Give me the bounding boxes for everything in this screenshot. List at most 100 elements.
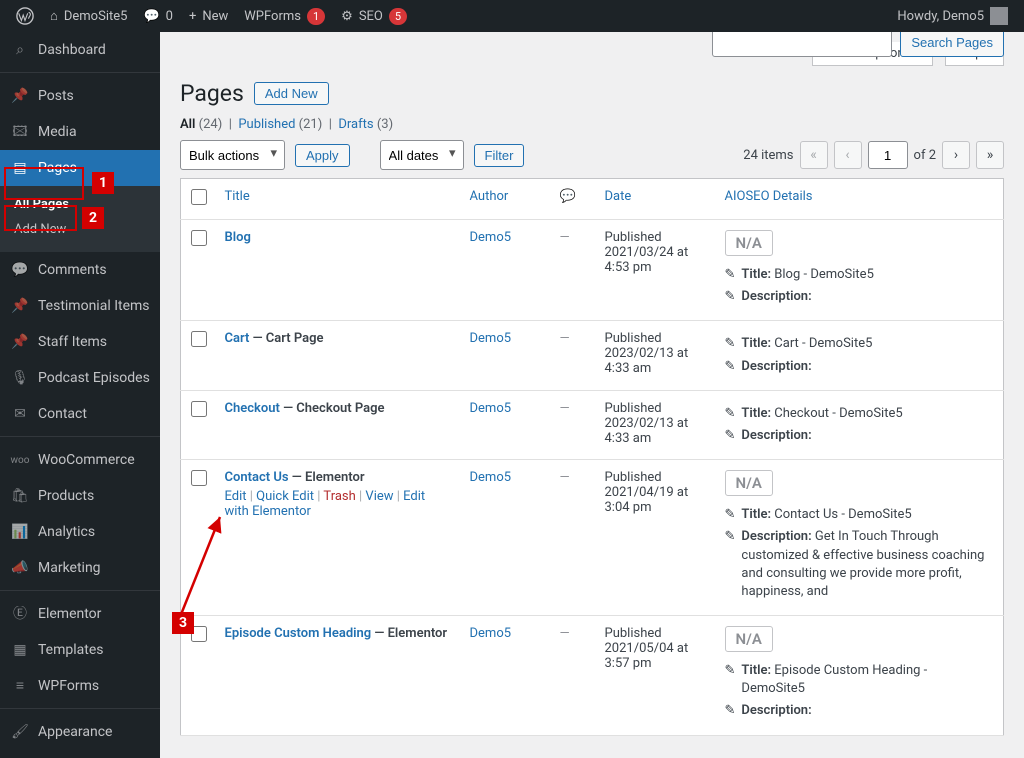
col-date[interactable]: Date [605,189,632,204]
admin-bar: ⌂DemoSite5 💬0 +New WPForms1 ⚙SEO5 Howdy,… [0,0,1024,32]
row-date-status: Published [605,331,662,346]
row-title-link[interactable]: Blog [225,230,251,245]
product-icon: 🛍 [10,486,30,506]
apply-button[interactable]: Apply [295,144,350,167]
action-edit[interactable]: Edit [225,489,247,504]
col-comments[interactable]: 💬 [550,179,595,220]
table-row: Cart — Cart PageDemo5—Published2023/02/1… [181,321,1004,390]
row-author[interactable]: Demo5 [470,331,512,346]
col-title[interactable]: Title [225,189,250,204]
row-checkbox[interactable] [191,230,207,246]
pager-first[interactable]: « [800,141,828,169]
menu-posts[interactable]: 📌Posts [0,78,160,114]
seo-title: Blog - DemoSite5 [774,267,874,282]
row-author[interactable]: Demo5 [470,230,512,245]
submenu-all-pages[interactable]: All Pages [0,192,160,217]
bar-new[interactable]: +New [181,0,236,32]
menu-wpforms[interactable]: ≡WPForms [0,668,160,704]
menu-elementor[interactable]: ⒺElementor [0,596,160,632]
menu-media[interactable]: 🖾Media [0,114,160,150]
menu-analytics[interactable]: 📊Analytics [0,514,160,550]
row-actions: Edit | Quick Edit | Trash | View | Edit … [225,489,450,519]
megaphone-icon: 📣 [10,558,30,578]
wp-logo[interactable] [8,0,42,32]
filter-all[interactable]: All (24) [180,117,222,132]
row-date-status: Published [605,626,662,641]
menu-comments[interactable]: 💬Comments [0,252,160,288]
row-checkbox[interactable] [191,331,207,347]
menu-products[interactable]: 🛍Products [0,478,160,514]
menu-dashboard[interactable]: ⌕Dashboard [0,32,160,68]
bar-seo[interactable]: ⚙SEO5 [333,0,415,32]
brush-icon: 🖌 [10,722,30,742]
action-view[interactable]: View [365,489,393,504]
menu-appearance[interactable]: 🖌Appearance [0,714,160,750]
annotation-number-2: 2 [82,207,104,229]
table-row: Episode Custom Heading — ElementorDemo5—… [181,616,1004,736]
howdy-user[interactable]: Howdy, Demo5 [889,0,1016,32]
post-state: — Checkout Page [280,401,385,416]
elementor-icon: Ⓔ [10,604,30,624]
menu-testimonial[interactable]: 📌Testimonial Items [0,288,160,324]
menu-woocommerce[interactable]: wooWooCommerce [0,442,160,478]
row-author[interactable]: Demo5 [470,626,512,641]
search-input[interactable] [712,32,892,57]
row-checkbox[interactable] [191,401,207,417]
row-title-link[interactable]: Checkout [225,401,280,416]
row-title-link[interactable]: Cart [225,331,250,346]
plus-icon: + [189,9,196,24]
annotation-arrow [170,507,230,627]
annotation-number-1: 1 [92,172,114,194]
content-area: Screen Options▾ Help▾ Pages Add New Sear… [160,32,1024,758]
col-aioseo: AIOSEO Details [715,179,1004,220]
filter-published[interactable]: Published (21) [238,117,322,132]
col-author: Author [460,179,550,220]
row-date: 2023/02/13 at 4:33 am [605,416,689,446]
na-badge: N/A [725,470,773,496]
row-title-link[interactable]: Episode Custom Heading [225,626,372,641]
filter-drafts[interactable]: Drafts (3) [338,117,393,132]
search-pages-button[interactable]: Search Pages [900,32,1004,57]
na-badge: N/A [725,230,773,256]
pager-next[interactable]: › [942,141,970,169]
comment-icon: 💬 [10,260,30,280]
pin-icon: 📌 [10,296,30,316]
avatar-icon [990,7,1008,25]
site-name[interactable]: ⌂DemoSite5 [42,0,135,32]
na-badge: N/A [725,626,773,652]
row-date: 2021/05/04 at 3:57 pm [605,641,689,671]
menu-contact[interactable]: ✉Contact [0,396,160,432]
seo-title: Checkout - DemoSite5 [774,406,902,421]
pencil-icon: ✎ [725,528,736,546]
action-trash[interactable]: Trash [323,489,355,504]
menu-pages[interactable]: ▤Pages [0,150,160,186]
action-quick-edit[interactable]: Quick Edit [256,489,314,504]
annotation-number-3: 3 [172,612,194,634]
row-author[interactable]: Demo5 [470,401,512,416]
post-state: — Elementor [289,470,365,485]
pencil-icon: ✎ [725,335,736,353]
row-checkbox[interactable] [191,470,207,486]
menu-marketing[interactable]: 📣Marketing [0,550,160,586]
pin-icon: 📌 [10,332,30,352]
submenu-add-new[interactable]: Add New [0,217,160,242]
row-author[interactable]: Demo5 [470,470,512,485]
post-state: — Cart Page [249,331,323,346]
bulk-actions-select[interactable]: Bulk actions [180,140,285,170]
row-comments: — [560,230,570,245]
pager-current[interactable] [868,141,908,169]
date-filter-select[interactable]: All dates [380,140,464,170]
bar-wpforms[interactable]: WPForms1 [236,0,333,32]
menu-podcast[interactable]: 🎙Podcast Episodes [0,360,160,396]
menu-staff[interactable]: 📌Staff Items [0,324,160,360]
add-new-button[interactable]: Add New [254,82,329,105]
dashboard-icon: ⌕ [10,40,30,60]
pager-prev[interactable]: ‹ [834,141,862,169]
pager-last[interactable]: » [976,141,1004,169]
menu-templates[interactable]: ▦Templates [0,632,160,668]
filter-button[interactable]: Filter [474,144,525,167]
row-title-link[interactable]: Contact Us [225,470,289,485]
select-all-checkbox[interactable] [191,189,207,205]
bar-comments[interactable]: 💬0 [135,0,181,32]
post-state: — Elementor [371,626,447,641]
